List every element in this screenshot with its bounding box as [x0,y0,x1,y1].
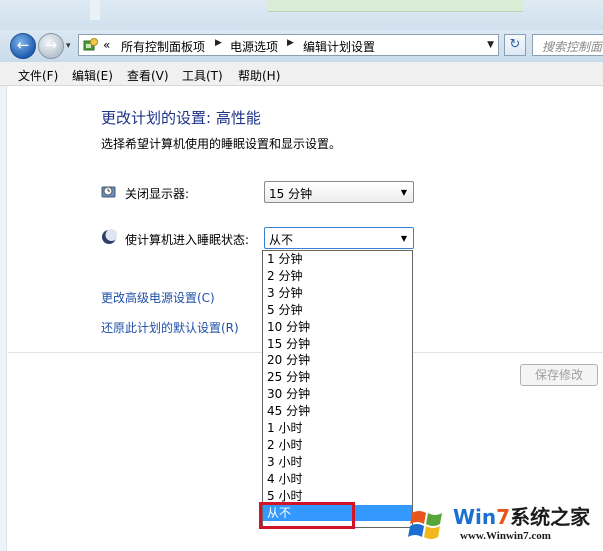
watermark-url: www.Winwin7.com [460,530,551,542]
dropdown-option[interactable]: 1 分钟 [263,251,412,268]
breadcrumb-separator-icon[interactable]: ▶ [215,38,222,48]
breadcrumb-separator-icon[interactable]: ▶ [287,38,294,48]
page-title: 更改计划的设置: 高性能 [101,109,261,127]
save-changes-button[interactable]: 保存修改 [520,364,598,386]
clock-monitor-icon [101,186,116,198]
breadcrumb-all-control-panel-items[interactable]: 所有控制面板项 [121,38,205,55]
dropdown-option[interactable]: 3 分钟 [263,285,412,302]
sleep-label: 使计算机进入睡眠状态: [125,233,250,247]
menu-bar: 文件(F) 编辑(E) 查看(V) 工具(T) 帮助(H) [0,62,603,86]
restore-defaults-link[interactable]: 还原此计划的默认设置(R) [101,319,239,336]
display-off-label: 关闭显示器: [125,187,190,201]
dropdown-option[interactable]: 45 分钟 [263,403,412,420]
control-panel-icon [83,38,98,51]
dropdown-option[interactable]: 25 分钟 [263,369,412,386]
display-off-value: 15 分钟 [269,187,313,201]
watermark: Win7系统之家 www.Winwin7.com [406,500,603,551]
display-off-select[interactable]: 15 分钟 ▼ [264,181,414,203]
recent-pages-chevron-icon[interactable]: ▾ [66,41,71,51]
dropdown-option[interactable]: 2 分钟 [263,268,412,285]
dropdown-option[interactable]: 10 分钟 [263,319,412,336]
dropdown-option[interactable]: 5 分钟 [263,302,412,319]
chevron-down-icon: ▼ [400,188,407,197]
menu-tools[interactable]: 工具(T) [182,67,223,84]
page-subtitle: 选择希望计算机使用的睡眠设置和显示设置。 [101,137,342,151]
dropdown-option[interactable]: 2 小时 [263,437,412,454]
window-left-edge [0,86,7,551]
watermark-brand: Win7系统之家 [453,505,591,529]
menu-file[interactable]: 文件(F) [18,67,58,84]
glass-decoration [90,0,100,20]
breadcrumb-edit-plan-settings[interactable]: 编辑计划设置 [303,38,375,55]
dropdown-option[interactable]: 3 小时 [263,454,412,471]
menu-help[interactable]: 帮助(H) [238,67,280,84]
dropdown-option[interactable]: 4 小时 [263,471,412,488]
window-glass-top [0,0,603,32]
dropdown-option[interactable]: 30 分钟 [263,386,412,403]
back-arrow-icon[interactable]: ← [10,33,36,59]
dropdown-option[interactable]: 20 分钟 [263,352,412,369]
advanced-power-settings-link[interactable]: 更改高级电源设置(C) [101,289,215,306]
sleep-value: 从不 [269,233,294,247]
menu-view[interactable]: 查看(V) [127,67,169,84]
sleep-select[interactable]: 从不 ▼ [264,227,414,249]
forward-arrow-icon[interactable]: → [38,33,64,59]
menu-edit[interactable]: 编辑(E) [72,67,113,84]
dropdown-option[interactable]: 15 分钟 [263,336,412,353]
background-window-strip [268,0,523,12]
breadcrumb-power-options[interactable]: 电源选项 [230,38,278,55]
sleep-options-dropdown: 1 分钟 2 分钟 3 分钟 5 分钟 10 分钟 15 分钟 20 分钟 25… [262,250,413,528]
breadcrumb-overflow[interactable]: « [103,38,110,52]
windows-logo-icon [408,511,442,539]
refresh-icon[interactable]: ↻ [504,34,526,56]
address-bar[interactable]: « 所有控制面板项 ▶ 电源选项 ▶ 编辑计划设置 ▼ [78,34,499,56]
search-input[interactable]: 搜索控制面板 [532,34,603,56]
moon-sleep-icon [102,229,117,244]
chevron-down-icon: ▼ [400,234,407,243]
dropdown-option[interactable]: 1 小时 [263,420,412,437]
address-history-chevron-icon[interactable]: ▼ [487,40,494,50]
annotation-highlight-box [259,502,355,529]
